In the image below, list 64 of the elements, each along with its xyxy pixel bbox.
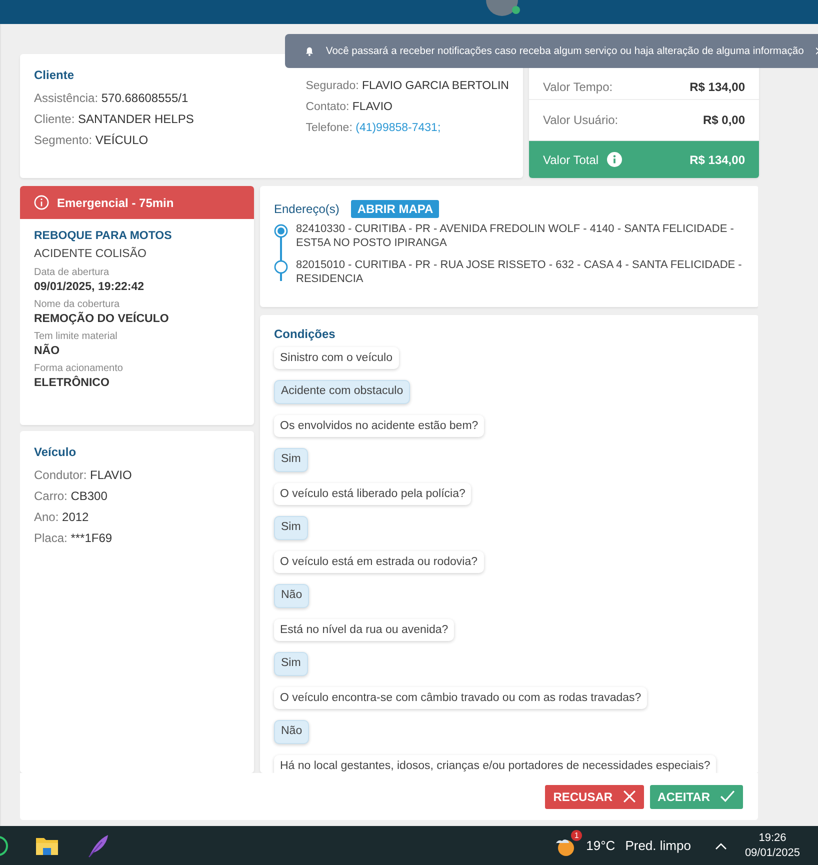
answer-chip: Não [274, 584, 310, 608]
value-amount: R$ 134,00 [690, 80, 745, 94]
accept-button[interactable]: ACEITAR [650, 784, 743, 808]
total-label: Valor Total [543, 152, 599, 166]
field-text: Assistência: 570.68608555/1 [34, 90, 190, 107]
folder-icon[interactable] [35, 836, 59, 856]
detail-value: REMOÇÃO DO VEÍCULO [34, 312, 170, 327]
question-chip: Está no nível da rua ou avenida? [274, 619, 454, 641]
question-chip: Os envolvidos no acidente estão bem? [274, 415, 484, 437]
section-title: Condições [274, 327, 336, 341]
value-label: Valor Tempo: [543, 80, 613, 94]
field-text: Segurado: FLAVIO GARCIA BERTOLIN [306, 79, 509, 94]
clock-date: 09/01/2025 [744, 846, 800, 860]
detail-value: 09/01/2025, 19:22:42 [34, 280, 145, 295]
section-title: Veículo [34, 445, 78, 459]
field-text: Telefone: (41)99858-7431; [306, 121, 442, 136]
detail-value: ELETRÔNICO [34, 376, 110, 391]
notification-text: Você passará a receber notificações caso receba algum serviço ou haja alteração de alguma informação [326, 46, 804, 56]
detail-label: Forma acionamento [34, 362, 124, 376]
clock-time: 19:26 [758, 830, 786, 846]
field-text: Condutor: FLAVIO [34, 467, 133, 484]
detail-label: Tem limite material [34, 330, 118, 344]
answer-chip: Não [274, 720, 310, 744]
question-chip: O veículo encontra-se com câmbio travado ou com as rodas travadas? [274, 687, 648, 709]
notification-badge: 1 [571, 830, 582, 840]
close-icon [622, 790, 636, 803]
field-text: Cliente: SANTANDER HELPS [34, 111, 195, 128]
answer-chip: Sim [274, 652, 308, 676]
reject-button[interactable]: RECUSAR [545, 784, 644, 808]
field-text: Segmento: VEÍCULO [34, 132, 150, 149]
value-label: Valor Usuário: [543, 113, 618, 127]
close-icon[interactable] [816, 45, 818, 57]
alert-icon [34, 195, 49, 210]
field-text: Contato: FLAVIO [306, 100, 394, 115]
feather-icon[interactable] [87, 834, 109, 858]
service-title: REBOQUE PARA MOTOS [34, 229, 173, 244]
address-text: 82410330 - CURITIBA - PR - AVENIDA FREDOLIN WOLF - 4140 - SANTA FELICIDADE - EST5A NO POSTO IPIRANGA [296, 222, 735, 250]
service-subtitle: ACIDENTE COLISÃO [34, 246, 148, 262]
section-title: Cliente [34, 68, 76, 82]
total-amount: R$ 134,00 [690, 152, 745, 166]
section-title: Endereço(s) [274, 202, 340, 216]
answer-chip: Sim [274, 448, 308, 472]
value-amount: R$ 0,00 [702, 113, 745, 127]
detail-value: NÃO [34, 344, 61, 359]
field-text: Carro: CB300 [34, 488, 108, 505]
open-map-button[interactable]: ABRIR MAPA [351, 200, 440, 218]
answer-chip: Acidente com obstaculo [274, 380, 410, 404]
question-chip: O veículo está em estrada ou rodovia? [274, 551, 484, 573]
chat-app-icon[interactable] [0, 834, 9, 856]
info-icon[interactable] [606, 152, 622, 167]
check-icon [720, 790, 735, 803]
weather-text: Pred. limpo [625, 838, 691, 853]
field-text: Ano: 2012 [34, 509, 90, 526]
question-chip: Sinistro com o veículo [274, 347, 398, 369]
detail-label: Nome da cobertura [34, 298, 121, 312]
detail-label: Data de abertura [34, 266, 110, 280]
banner-text: Emergencial - 75min [57, 196, 174, 210]
caret-icon[interactable] [714, 842, 727, 850]
temperature-text: 19°C [586, 838, 616, 853]
question-chip: O veículo está liberado pela polícia? [274, 483, 472, 505]
address-text: 82015010 - CURITIBA - PR - RUA JOSE RISSETO - 632 - CASA 4 - SANTA FELICIDADE - RESIDENCIA [296, 258, 743, 286]
answer-chip: Sim [274, 516, 308, 540]
question-chip: Há no local gestantes, idosos, crianças e/ou portadores de necessidades especiais? [274, 755, 716, 773]
field-text: Placa: ***1F69 [34, 530, 114, 547]
